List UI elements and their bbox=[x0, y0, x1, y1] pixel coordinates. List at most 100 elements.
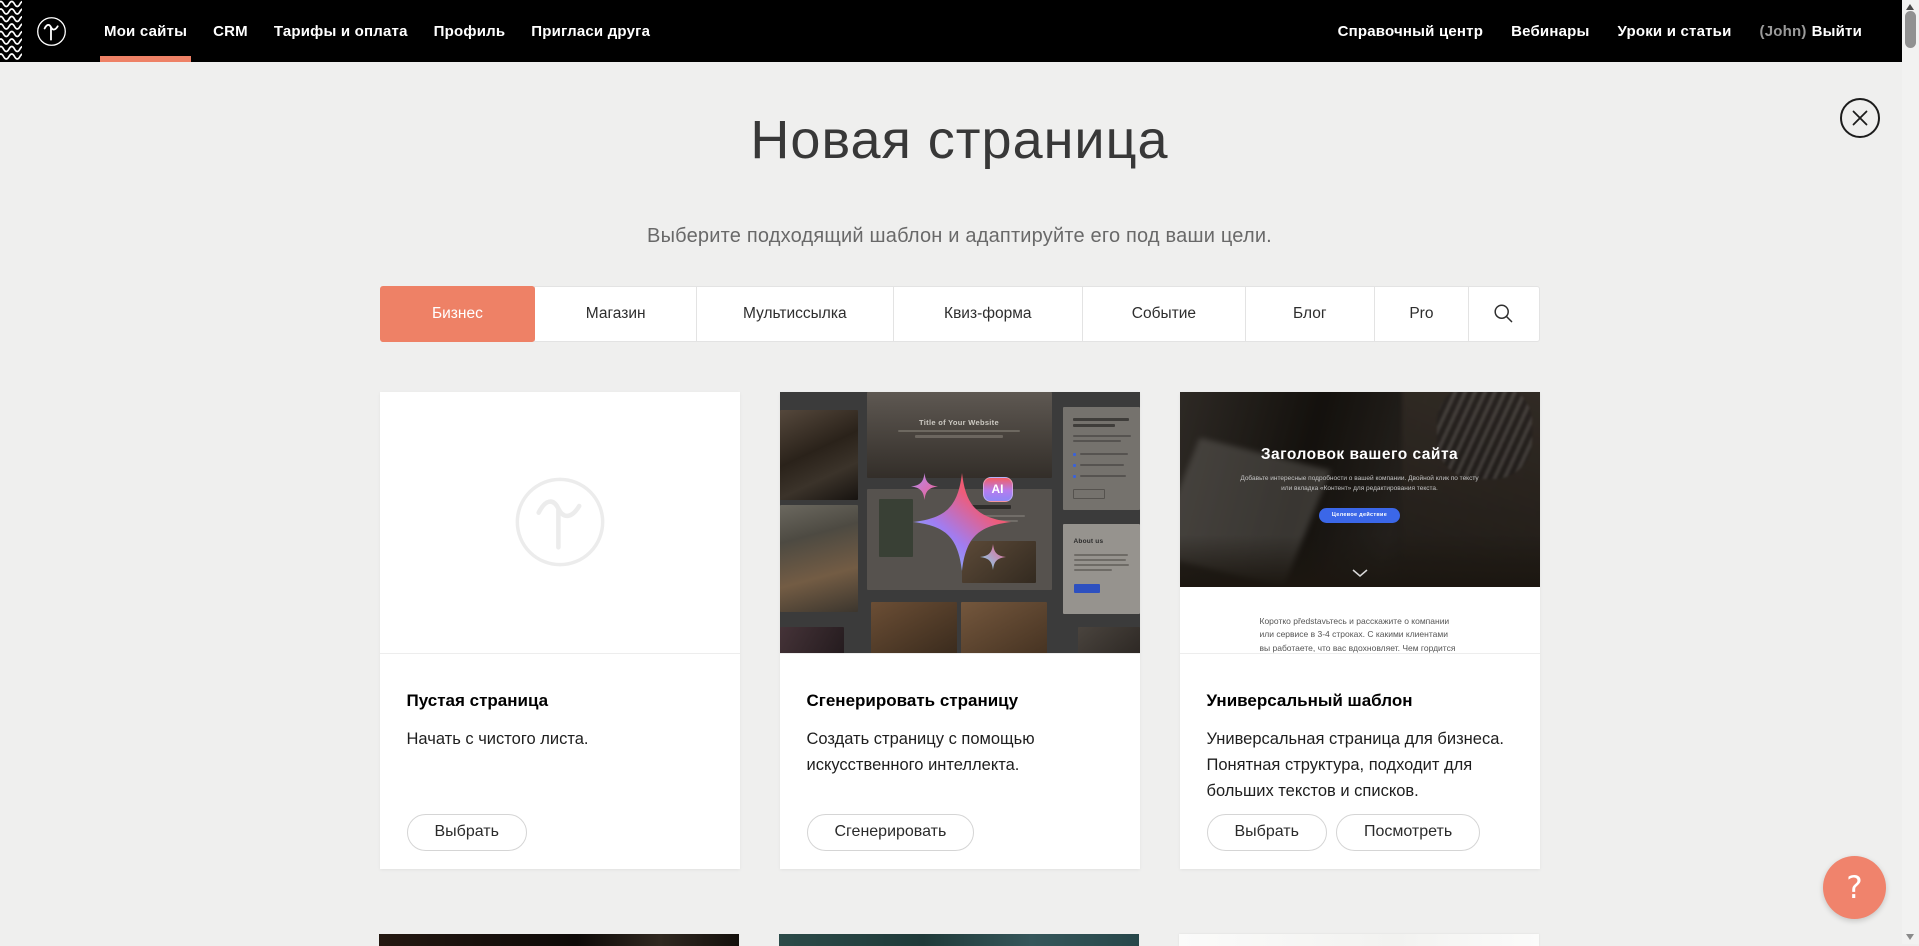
template-card-blank[interactable]: Пустая страница Начать с чистого листа. … bbox=[380, 392, 740, 869]
collage-photo-livingroom bbox=[780, 505, 858, 612]
card-actions: Сгенерировать bbox=[807, 814, 975, 851]
ai-preview-collage: Title of Your Website bbox=[780, 392, 1140, 654]
scrollbar[interactable] bbox=[1902, 0, 1919, 944]
sparkle-small-icon bbox=[980, 544, 1006, 570]
nav-item-webinars[interactable]: Вебинары bbox=[1497, 0, 1603, 62]
tab-quiz-form[interactable]: Квиз-форма bbox=[893, 286, 1084, 342]
preview-hero-section: Заголовок вашего сайта Добавьте интересн… bbox=[1180, 392, 1540, 587]
zigzag-pattern-icon bbox=[0, 0, 22, 62]
collage-about-tile: About us bbox=[1063, 524, 1140, 614]
text-line bbox=[1073, 424, 1115, 427]
scroll-down-arrow-icon[interactable] bbox=[1906, 934, 1914, 940]
scrollbar-thumb[interactable] bbox=[1905, 11, 1916, 48]
nav-item-label: Справочный центр bbox=[1338, 23, 1484, 40]
card-body: Пустая страница Начать с чистого листа. … bbox=[380, 654, 740, 868]
tab-event[interactable]: Событие bbox=[1082, 286, 1246, 342]
collage-hero-title: Title of Your Website bbox=[867, 418, 1052, 427]
tab-pro[interactable]: Pro bbox=[1374, 286, 1469, 342]
template-card-ai[interactable]: Title of Your Website bbox=[780, 392, 1140, 869]
search-icon bbox=[1493, 303, 1514, 324]
nav-item-invite-friend[interactable]: Пригласи друга bbox=[518, 0, 663, 62]
tab-store[interactable]: Магазин bbox=[534, 286, 697, 342]
blank-preview bbox=[380, 392, 740, 654]
tab-blog[interactable]: Блог bbox=[1245, 286, 1375, 342]
nav-item-tariffs[interactable]: Тарифы и оплата bbox=[261, 0, 421, 62]
collage-blue-button bbox=[1074, 584, 1100, 593]
tab-business[interactable]: Бизнес bbox=[380, 286, 536, 342]
view-universal-button[interactable]: Посмотреть bbox=[1336, 814, 1480, 851]
tab-search[interactable] bbox=[1468, 286, 1539, 342]
ai-badge: AI bbox=[983, 477, 1013, 502]
page-title: Новая страница bbox=[0, 108, 1919, 173]
user-name: (John) bbox=[1760, 23, 1807, 40]
collage-small-photo bbox=[961, 602, 1047, 654]
card-actions: Выбрать Посмотреть bbox=[1207, 814, 1481, 851]
bullet-dot bbox=[1073, 464, 1076, 467]
nav-item-crm[interactable]: CRM bbox=[200, 0, 261, 62]
text-line bbox=[1073, 440, 1121, 442]
tab-multilink[interactable]: Мультиссылка bbox=[696, 286, 893, 342]
select-universal-button[interactable]: Выбрать bbox=[1207, 814, 1327, 851]
preview-text-section: Коротко představьтесь и расскажите о ком… bbox=[1180, 587, 1540, 654]
help-button[interactable]: ? bbox=[1823, 856, 1886, 919]
next-template-preview[interactable] bbox=[379, 934, 739, 946]
text-line bbox=[1074, 554, 1128, 556]
text-line bbox=[1080, 453, 1128, 455]
help-question-icon: ? bbox=[1846, 870, 1862, 906]
nav-item-help-center[interactable]: Справочный центр bbox=[1324, 0, 1498, 62]
collage-hero-tile: Title of Your Website bbox=[867, 392, 1052, 478]
scroll-up-arrow-icon[interactable] bbox=[1906, 4, 1914, 10]
tab-label: Pro bbox=[1409, 305, 1433, 323]
card-title: Пустая страница bbox=[407, 654, 713, 711]
close-button[interactable] bbox=[1839, 97, 1881, 139]
select-blank-button[interactable]: Выбрать bbox=[407, 814, 527, 851]
tab-label: Событие bbox=[1132, 305, 1196, 323]
collage-photos-tile bbox=[867, 602, 1052, 654]
nav-item-label: Вебинары bbox=[1511, 23, 1589, 40]
text-line bbox=[1080, 475, 1126, 477]
hero-title: Заголовок вашего сайта bbox=[1180, 446, 1540, 464]
nav-item-logout[interactable]: (John) Выйти bbox=[1746, 0, 1876, 62]
close-icon bbox=[1839, 97, 1881, 139]
tab-label: Блог bbox=[1293, 305, 1327, 323]
text-line bbox=[1074, 569, 1112, 571]
nav-item-label: Тарифы и оплата bbox=[274, 23, 408, 40]
nav-item-label: Пригласи друга bbox=[531, 23, 650, 40]
text-line bbox=[1073, 418, 1129, 421]
collage-about-title: About us bbox=[1074, 538, 1104, 545]
active-nav-underline bbox=[100, 56, 191, 62]
nav-item-label: Профиль bbox=[434, 23, 506, 40]
template-card-universal[interactable]: Заголовок вашего сайта Добавьте интересн… bbox=[1180, 392, 1540, 869]
collage-photo-meeting bbox=[780, 627, 844, 654]
text-line bbox=[1073, 435, 1131, 437]
universal-preview: Заголовок вашего сайта Добавьте интересн… bbox=[1180, 392, 1540, 654]
next-row-previews bbox=[379, 934, 1539, 946]
card-title: Универсальный шаблон bbox=[1207, 654, 1513, 711]
nav-item-lessons[interactable]: Уроки и статьи bbox=[1604, 0, 1746, 62]
bullet-dot bbox=[1073, 453, 1076, 456]
text-line bbox=[898, 430, 1020, 433]
secondary-menu: Справочный центр Вебинары Уроки и статьи… bbox=[1324, 0, 1902, 62]
generate-button[interactable]: Сгенерировать bbox=[807, 814, 975, 851]
card-title: Сгенерировать страницу bbox=[807, 654, 1113, 711]
hero-subtitle: Добавьте интересные подробности о вашей … bbox=[1235, 474, 1485, 494]
next-template-preview[interactable] bbox=[1179, 934, 1539, 946]
tab-label: Бизнес bbox=[432, 305, 483, 323]
tab-label: Магазин bbox=[586, 305, 646, 323]
nav-item-label: Уроки и статьи bbox=[1618, 23, 1732, 40]
collage-text-tile bbox=[1063, 407, 1140, 510]
tab-label: Мультиссылка bbox=[743, 305, 847, 323]
nav-item-my-sites[interactable]: Мои сайты bbox=[91, 0, 200, 62]
hero-content: Заголовок вашего сайта Добавьте интересн… bbox=[1180, 392, 1540, 587]
nav-item-profile[interactable]: Профиль bbox=[421, 0, 519, 62]
collage-outline-button bbox=[1073, 489, 1105, 499]
card-description: Начать с чистого листа. bbox=[407, 726, 713, 752]
card-description: Создать страницу с помощью искусственног… bbox=[807, 726, 1113, 778]
tilda-logo[interactable] bbox=[36, 16, 67, 47]
next-template-preview[interactable] bbox=[779, 934, 1139, 946]
new-page-dialog: Новая страница Выберите подходящий шабло… bbox=[0, 62, 1919, 869]
tilda-watermark-icon bbox=[512, 474, 608, 570]
text-line bbox=[1074, 559, 1126, 561]
collage-photo-bottom bbox=[1078, 627, 1140, 654]
text-line bbox=[915, 435, 1003, 438]
